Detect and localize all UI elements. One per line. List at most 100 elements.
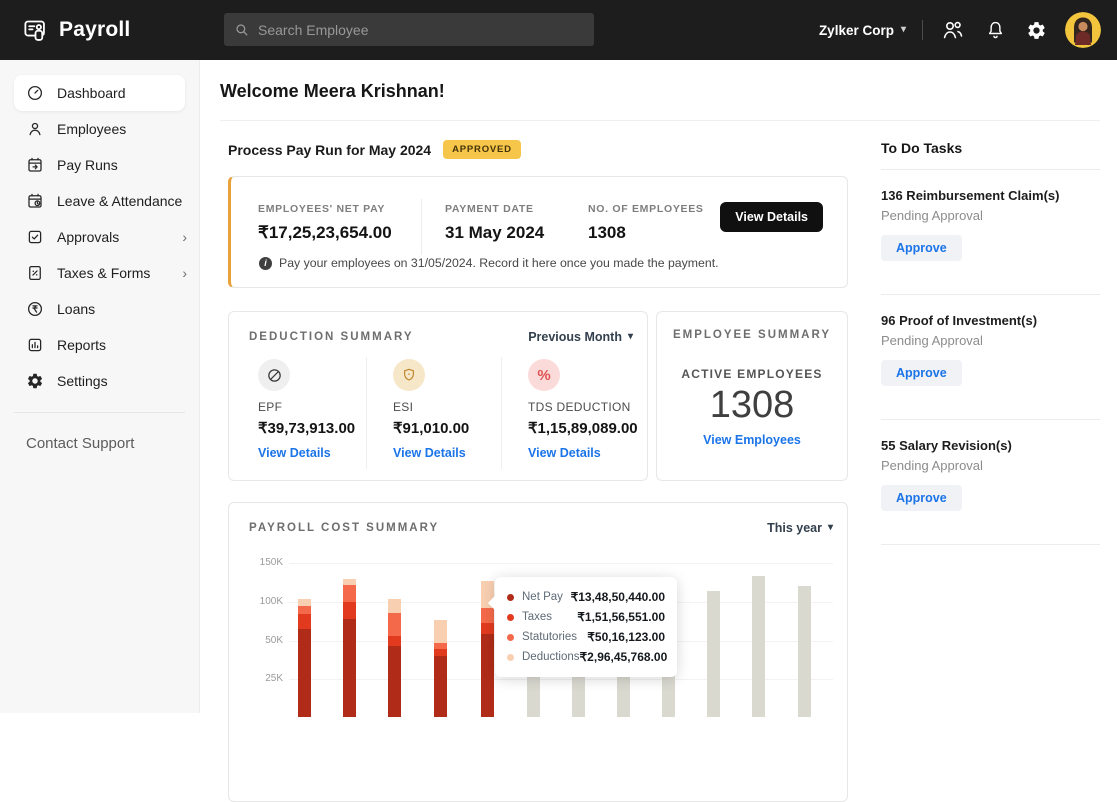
chevron-right-icon: › [182, 265, 187, 281]
sidebar-item-leave-attendance[interactable]: Leave & Attendance [0, 183, 199, 219]
chart-bar-segment[interactable] [343, 584, 356, 602]
view-details-button[interactable]: View Details [720, 202, 823, 232]
chart-bar-segment[interactable] [434, 642, 447, 649]
sidebar-item-reports[interactable]: Reports [0, 327, 199, 363]
view-employees-link[interactable]: View Employees [703, 433, 801, 447]
contact-support-link[interactable]: Contact Support [26, 435, 199, 452]
taxes-dot-icon [507, 613, 514, 621]
org-switcher[interactable]: Zylker Corp ▾ [819, 23, 906, 38]
header-divider [220, 120, 1100, 121]
approve-reimbursements-button[interactable]: Approve [881, 235, 962, 261]
notifications-button[interactable] [983, 17, 1008, 43]
user-avatar[interactable] [1065, 12, 1101, 48]
bell-icon [988, 21, 1003, 39]
sidebar: Dashboard Employees Pay Runs Leave & Att… [0, 60, 200, 713]
todo-task-reimbursement: 136 Reimbursement Claim(s) Pending Appro… [881, 170, 1100, 281]
epf-icon [258, 359, 290, 391]
payment-date-stat: PAYMENT DATE 31 May 2024 [445, 203, 545, 242]
sidebar-item-dashboard[interactable]: Dashboard [14, 75, 185, 111]
net-pay-stat: EMPLOYEES' NET PAY ₹17,25,23,654.00 [258, 203, 392, 242]
app-name: Payroll [59, 18, 131, 41]
approve-salary-revisions-button[interactable]: Approve [881, 485, 962, 511]
payrun-card: EMPLOYEES' NET PAY ₹17,25,23,654.00 PAYM… [228, 176, 848, 288]
gear-icon [1028, 21, 1045, 39]
sidebar-divider [14, 412, 185, 413]
tds-percent-icon: % [528, 359, 560, 391]
period-dropdown[interactable]: Previous Month ▾ [528, 330, 633, 344]
chart-bar-future[interactable] [707, 591, 720, 717]
info-icon: i [259, 256, 272, 270]
search-input[interactable] [258, 21, 584, 38]
chart-bar-segment[interactable] [434, 656, 447, 717]
chart-bar-segment[interactable] [388, 645, 401, 717]
chart-bar-segment[interactable] [343, 602, 356, 620]
dashboard-icon [26, 84, 44, 102]
chart-gridline [289, 563, 833, 564]
esi-summary: ESI ₹91,010.00 View Details [393, 359, 513, 462]
column-divider [366, 357, 367, 469]
pay-runs-icon [26, 156, 44, 174]
settings-gear-icon [26, 372, 44, 390]
search-icon [236, 24, 248, 36]
stat-divider [421, 199, 422, 255]
chart-bar-segment[interactable] [298, 613, 311, 630]
chart-bar-segment[interactable] [481, 608, 494, 624]
deductions-dot-icon [507, 653, 514, 661]
topbar: Payroll Zylker Corp ▾ [0, 0, 1117, 60]
payroll-cost-summary-card: PAYROLL COST SUMMARY This year ▾ 150K 100… [228, 502, 848, 802]
y-axis-tick: 150K [259, 557, 283, 568]
y-axis-tick: 25K [265, 673, 283, 684]
todo-panel: To Do Tasks 136 Reimbursement Claim(s) P… [881, 140, 1100, 545]
y-axis-tick: 50K [265, 635, 283, 646]
caret-down-icon: ▾ [900, 24, 906, 35]
epf-view-details-link[interactable]: View Details [258, 446, 331, 460]
approve-investment-proofs-button[interactable]: Approve [881, 360, 962, 386]
chart-bar-segment[interactable] [388, 612, 401, 636]
sidebar-item-employees[interactable]: Employees [0, 111, 199, 147]
payroll-logo-icon [22, 17, 49, 44]
caret-down-icon: ▾ [827, 522, 833, 533]
tds-view-details-link[interactable]: View Details [528, 446, 601, 460]
sidebar-item-taxes-forms[interactable]: Taxes & Forms › [0, 255, 199, 291]
sidebar-item-pay-runs[interactable]: Pay Runs [0, 147, 199, 183]
chart-bar-segment[interactable] [481, 633, 494, 717]
net-pay-dot-icon [507, 593, 514, 601]
employee-search[interactable] [224, 13, 594, 46]
employee-summary-card: EMPLOYEE SUMMARY ACTIVE EMPLOYEES 1308 V… [656, 311, 848, 481]
chart-bar-segment[interactable] [343, 619, 356, 717]
chart-bar-segment[interactable] [481, 623, 494, 634]
sidebar-item-approvals[interactable]: Approvals › [0, 219, 199, 255]
employee-summary-title: EMPLOYEE SUMMARY [672, 329, 832, 341]
page-title: Welcome Meera Krishnan! [220, 81, 445, 101]
chart-bar-future[interactable] [798, 585, 811, 717]
chart-bar-segment[interactable] [434, 648, 447, 657]
topbar-divider [922, 20, 923, 40]
caret-down-icon: ▾ [627, 331, 633, 342]
sidebar-item-settings[interactable]: Settings [0, 363, 199, 399]
chart-bar-segment[interactable] [298, 598, 311, 606]
employee-count-stat: NO. OF EMPLOYEES 1308 [588, 203, 704, 242]
chart-bar-segment[interactable] [388, 598, 401, 613]
todo-task-salary-revision: 55 Salary Revision(s) Pending Approval A… [881, 420, 1100, 531]
users-icon [943, 21, 963, 39]
chart-bar-segment[interactable] [298, 629, 311, 717]
employees-icon [26, 120, 44, 138]
tds-summary: % TDS DEDUCTION ₹1,15,89,089.00 View Det… [528, 359, 646, 462]
chart-tooltip: Net Pay ₹13,48,50,440.00 Taxes ₹1,51,56,… [487, 577, 677, 677]
active-employees-count: 1308 [709, 384, 795, 426]
deduction-summary-title: DEDUCTION SUMMARY [249, 331, 414, 343]
deduction-summary-card: DEDUCTION SUMMARY Previous Month ▾ EPF ₹… [228, 311, 648, 481]
year-dropdown[interactable]: This year ▾ [767, 521, 833, 535]
chart-bar-segment[interactable] [434, 619, 447, 643]
settings-button[interactable] [1024, 18, 1049, 43]
chart-bar-future[interactable] [752, 576, 765, 717]
chart-title: PAYROLL COST SUMMARY [249, 522, 440, 534]
todo-task-investment-proof: 96 Proof of Investment(s) Pending Approv… [881, 295, 1100, 406]
sidebar-item-loans[interactable]: Loans [0, 291, 199, 327]
esi-view-details-link[interactable]: View Details [393, 446, 466, 460]
chart-bar-segment[interactable] [298, 605, 311, 614]
reports-icon [26, 336, 44, 354]
chart-bar-segment[interactable] [343, 579, 356, 585]
chart-bar-segment[interactable] [388, 635, 401, 646]
users-button[interactable] [939, 16, 967, 44]
